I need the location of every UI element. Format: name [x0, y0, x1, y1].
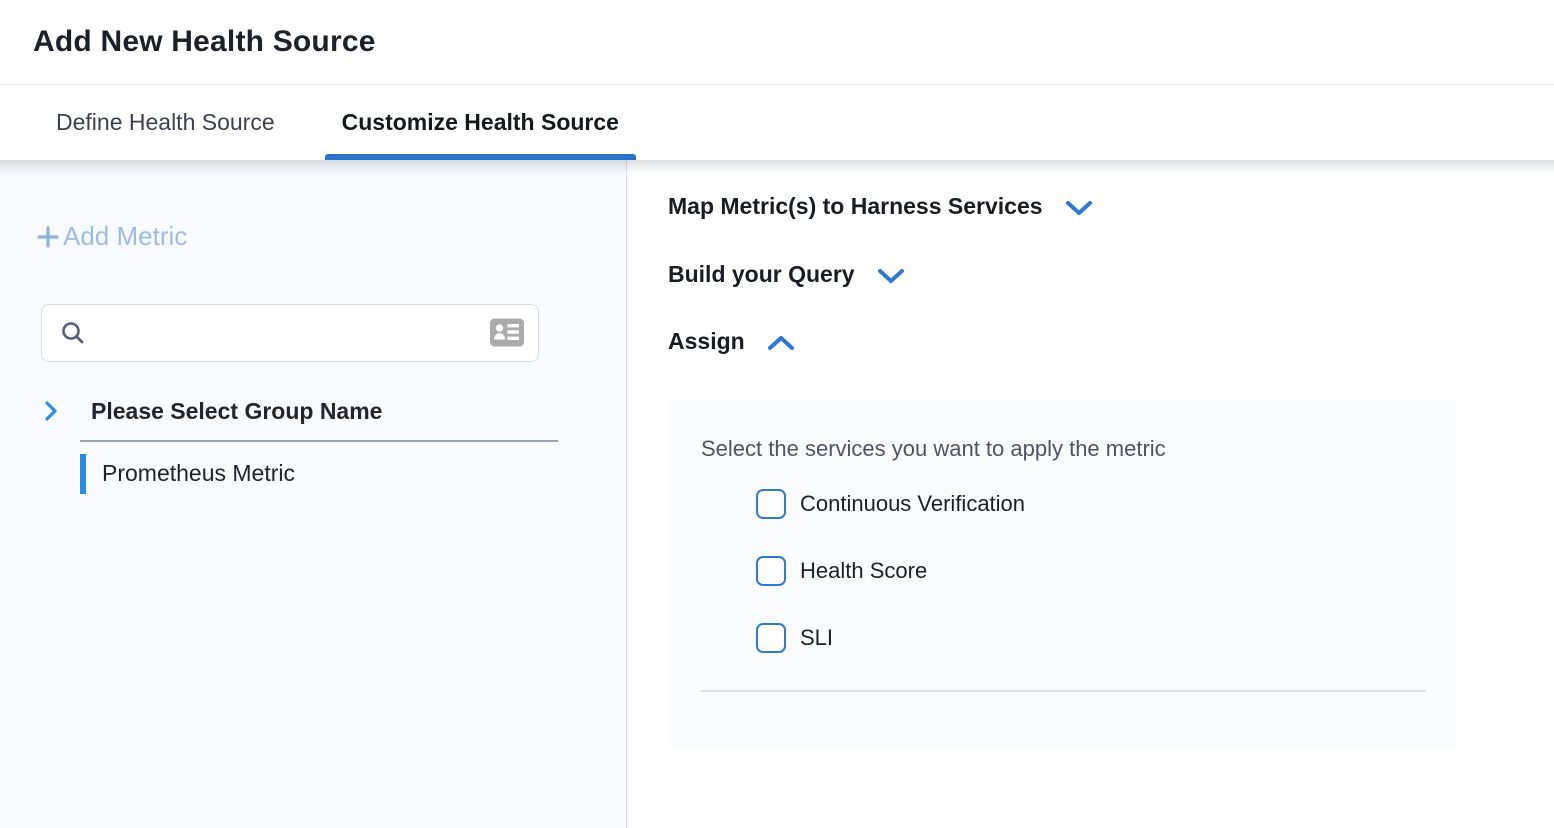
tab-label: Define Health Source — [56, 109, 275, 136]
tab-bar: Define Health Source Customize Health So… — [0, 85, 1554, 160]
selected-indicator-bar — [80, 454, 86, 494]
metrics-sidebar: Add Metric — [0, 160, 627, 828]
section-label: Assign — [668, 328, 745, 355]
assign-prompt: Select the services you want to apply th… — [701, 436, 1426, 462]
metric-name-label: Prometheus Metric — [102, 460, 295, 487]
checkbox-continuous-verification[interactable] — [756, 489, 786, 519]
chevron-down-icon[interactable] — [1065, 200, 1093, 216]
customize-panel: Map Metric(s) to Harness Services Build … — [627, 160, 1554, 828]
option-label: SLI — [800, 625, 833, 651]
group-divider — [80, 440, 558, 442]
section-label: Map Metric(s) to Harness Services — [668, 193, 1043, 220]
section-build-your-query[interactable]: Build your Query — [668, 261, 1554, 288]
assign-options: Continuous Verification Health Score SLI — [756, 489, 1426, 653]
plus-icon — [36, 225, 60, 249]
add-metric-button[interactable]: Add Metric — [36, 221, 187, 252]
chevron-right-icon[interactable] — [44, 400, 58, 422]
page-title: Add New Health Source — [33, 25, 376, 59]
tab-define-health-source[interactable]: Define Health Source — [39, 85, 292, 160]
option-label: Health Score — [800, 558, 927, 584]
option-continuous-verification[interactable]: Continuous Verification — [756, 489, 1426, 519]
section-map-metrics-to-harness-services[interactable]: Map Metric(s) to Harness Services — [668, 193, 1093, 220]
content-area: Add Metric — [0, 160, 1554, 828]
option-sli[interactable]: SLI — [756, 623, 1426, 653]
card-divider — [701, 690, 1426, 692]
add-metric-label: Add Metric — [63, 221, 187, 252]
group-name-label: Please Select Group Name — [91, 398, 382, 425]
metric-search-box — [41, 304, 539, 362]
assign-card: Select the services you want to apply th… — [668, 399, 1456, 747]
search-icon — [60, 320, 86, 346]
chevron-up-icon[interactable] — [767, 335, 795, 351]
tab-customize-health-source[interactable]: Customize Health Source — [325, 85, 636, 160]
metric-list-item-prometheus[interactable]: Prometheus Metric — [80, 454, 626, 494]
tab-label: Customize Health Source — [342, 109, 619, 136]
section-assign[interactable]: Assign — [668, 328, 1554, 355]
checkbox-sli[interactable] — [756, 623, 786, 653]
page-header: Add New Health Source — [0, 0, 1554, 85]
metric-group-row[interactable]: Please Select Group Name — [0, 398, 626, 425]
section-label: Build your Query — [668, 261, 855, 288]
option-health-score[interactable]: Health Score — [756, 556, 1426, 586]
metric-search-input[interactable] — [96, 321, 490, 345]
contact-card-icon[interactable] — [490, 318, 524, 347]
option-label: Continuous Verification — [800, 491, 1025, 517]
checkbox-health-score[interactable] — [756, 556, 786, 586]
chevron-down-icon[interactable] — [877, 268, 905, 284]
